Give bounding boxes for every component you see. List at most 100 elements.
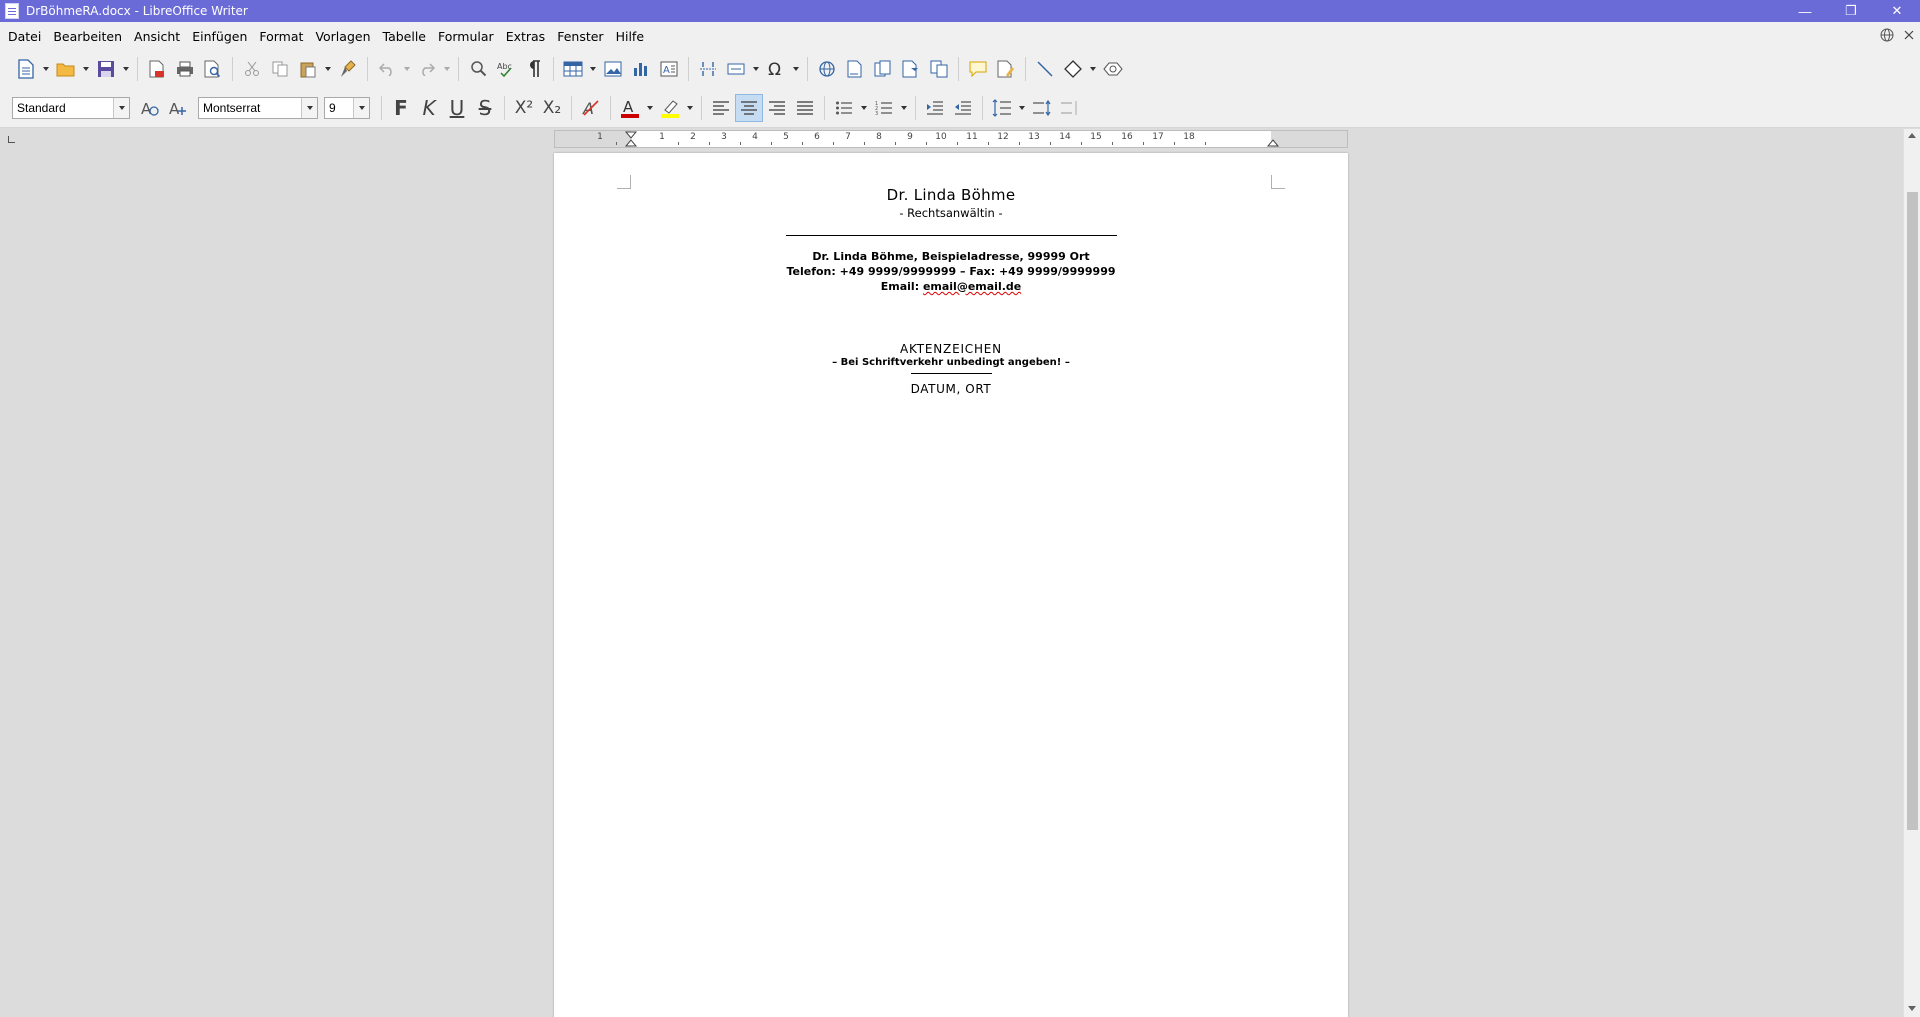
ordered-list-button[interactable]: 123: [870, 94, 898, 122]
spelling-button[interactable]: Abc: [492, 55, 520, 83]
menu-hilfe[interactable]: Hilfe: [610, 29, 650, 44]
redo-dropdown[interactable]: [441, 55, 453, 83]
menu-einfuegen[interactable]: Einfügen: [186, 29, 253, 44]
justify-button[interactable]: [791, 94, 819, 122]
font-size-combo[interactable]: 9: [324, 96, 370, 119]
open-button[interactable]: [52, 55, 80, 83]
vertical-scrollbar[interactable]: [1903, 129, 1920, 1017]
highlight-dropdown[interactable]: [684, 94, 696, 122]
superscript-button[interactable]: X²: [510, 94, 538, 122]
redo-button[interactable]: [413, 55, 441, 83]
update-style-button[interactable]: A: [136, 94, 164, 122]
insert-cross-reference-button[interactable]: [925, 55, 953, 83]
bold-button[interactable]: F: [387, 94, 415, 122]
basic-shapes-button[interactable]: [1059, 55, 1087, 83]
font-color-dropdown[interactable]: [644, 94, 656, 122]
insert-line-button[interactable]: [1031, 55, 1059, 83]
export-pdf-button[interactable]: [143, 55, 171, 83]
font-name-dropdown[interactable]: [301, 97, 317, 118]
menu-datei[interactable]: Datei: [2, 29, 47, 44]
underline-button[interactable]: U: [443, 94, 471, 122]
unordered-list-dropdown[interactable]: [858, 94, 870, 122]
insert-comment-button[interactable]: [964, 55, 992, 83]
cut-button[interactable]: [238, 55, 266, 83]
left-indent-marker-icon[interactable]: [625, 131, 637, 147]
horizontal-ruler[interactable]: 1 1 2 3 4 5 6 7 8 9 10 11 12 13 14 15 16 17 18: [554, 130, 1348, 148]
paste-button[interactable]: [294, 55, 322, 83]
insert-endnote-button[interactable]: [869, 55, 897, 83]
font-name-combo[interactable]: Montserrat: [198, 96, 318, 119]
print-preview-button[interactable]: [199, 55, 227, 83]
special-character-dropdown[interactable]: [790, 55, 802, 83]
new-style-button[interactable]: A: [164, 94, 192, 122]
menu-ansicht[interactable]: Ansicht: [128, 29, 186, 44]
minimize-button[interactable]: —: [1782, 0, 1828, 22]
open-dropdown[interactable]: [80, 55, 92, 83]
line-spacing-dropdown[interactable]: [1016, 94, 1028, 122]
insert-page-break-button[interactable]: [694, 55, 722, 83]
new-dropdown[interactable]: [40, 55, 52, 83]
close-button[interactable]: ✕: [1874, 0, 1920, 22]
insert-bookmark-button[interactable]: [897, 55, 925, 83]
paragraph-style-combo[interactable]: Standard: [12, 96, 130, 119]
document-page[interactable]: Dr. Linda Böhme - Rechtsanwältin - Dr. L…: [554, 153, 1348, 1017]
unordered-list-button[interactable]: [830, 94, 858, 122]
save-button[interactable]: [92, 55, 120, 83]
basic-shapes-dropdown[interactable]: [1087, 55, 1099, 83]
insert-chart-button[interactable]: [627, 55, 655, 83]
menu-vorlagen[interactable]: Vorlagen: [309, 29, 376, 44]
new-document-button[interactable]: [12, 55, 40, 83]
undo-dropdown[interactable]: [401, 55, 413, 83]
increase-indent-button[interactable]: [921, 94, 949, 122]
scrollbar-thumb[interactable]: [1907, 192, 1918, 830]
insert-table-button[interactable]: [559, 55, 587, 83]
menu-fenster[interactable]: Fenster: [551, 29, 609, 44]
increase-paragraph-spacing-button[interactable]: [1028, 94, 1056, 122]
align-left-button[interactable]: [707, 94, 735, 122]
ordered-list-dropdown[interactable]: [898, 94, 910, 122]
insert-textbox-button[interactable]: A: [655, 55, 683, 83]
right-indent-marker-icon[interactable]: [1267, 131, 1279, 147]
maximize-button[interactable]: ❐: [1828, 0, 1874, 22]
italic-button[interactable]: K: [415, 94, 443, 122]
insert-table-dropdown[interactable]: [587, 55, 599, 83]
align-center-button[interactable]: [735, 93, 763, 122]
find-replace-button[interactable]: [464, 55, 492, 83]
close-document-icon[interactable]: [1904, 30, 1914, 40]
menu-formular[interactable]: Formular: [432, 29, 500, 44]
paragraph-style-dropdown[interactable]: [113, 97, 129, 118]
paste-dropdown[interactable]: [322, 55, 334, 83]
special-character-button[interactable]: Ω: [762, 55, 790, 83]
font-color-button[interactable]: A: [616, 94, 644, 122]
insert-field-dropdown[interactable]: [750, 55, 762, 83]
insert-footnote-button[interactable]: [841, 55, 869, 83]
copy-button[interactable]: [266, 55, 294, 83]
align-right-button[interactable]: [763, 94, 791, 122]
print-button[interactable]: [171, 55, 199, 83]
menu-format[interactable]: Format: [253, 29, 309, 44]
track-changes-button[interactable]: [992, 55, 1020, 83]
scroll-down-arrow-icon[interactable]: [1908, 1006, 1916, 1011]
decrease-paragraph-spacing-button[interactable]: [1056, 94, 1084, 122]
highlight-button[interactable]: [656, 94, 684, 122]
tab-stop-selector-icon[interactable]: [8, 136, 15, 143]
menu-extras[interactable]: Extras: [500, 29, 552, 44]
decrease-indent-button[interactable]: [949, 94, 977, 122]
draw-functions-button[interactable]: [1099, 55, 1127, 83]
clear-formatting-button[interactable]: A: [577, 94, 605, 122]
insert-image-button[interactable]: [599, 55, 627, 83]
line-spacing-button[interactable]: [988, 94, 1016, 122]
language-globe-icon[interactable]: [1880, 28, 1894, 42]
scroll-up-arrow-icon[interactable]: [1908, 133, 1916, 138]
insert-field-button[interactable]: [722, 55, 750, 83]
clone-formatting-button[interactable]: [334, 55, 362, 83]
formatting-marks-button[interactable]: [520, 55, 548, 83]
save-dropdown[interactable]: [120, 55, 132, 83]
font-size-dropdown[interactable]: [353, 97, 369, 118]
insert-hyperlink-button[interactable]: [813, 55, 841, 83]
undo-button[interactable]: [373, 55, 401, 83]
subscript-button[interactable]: X₂: [538, 94, 566, 122]
menu-tabelle[interactable]: Tabelle: [377, 29, 433, 44]
menu-bearbeiten[interactable]: Bearbeiten: [47, 29, 128, 44]
strikethrough-button[interactable]: S: [471, 94, 499, 122]
